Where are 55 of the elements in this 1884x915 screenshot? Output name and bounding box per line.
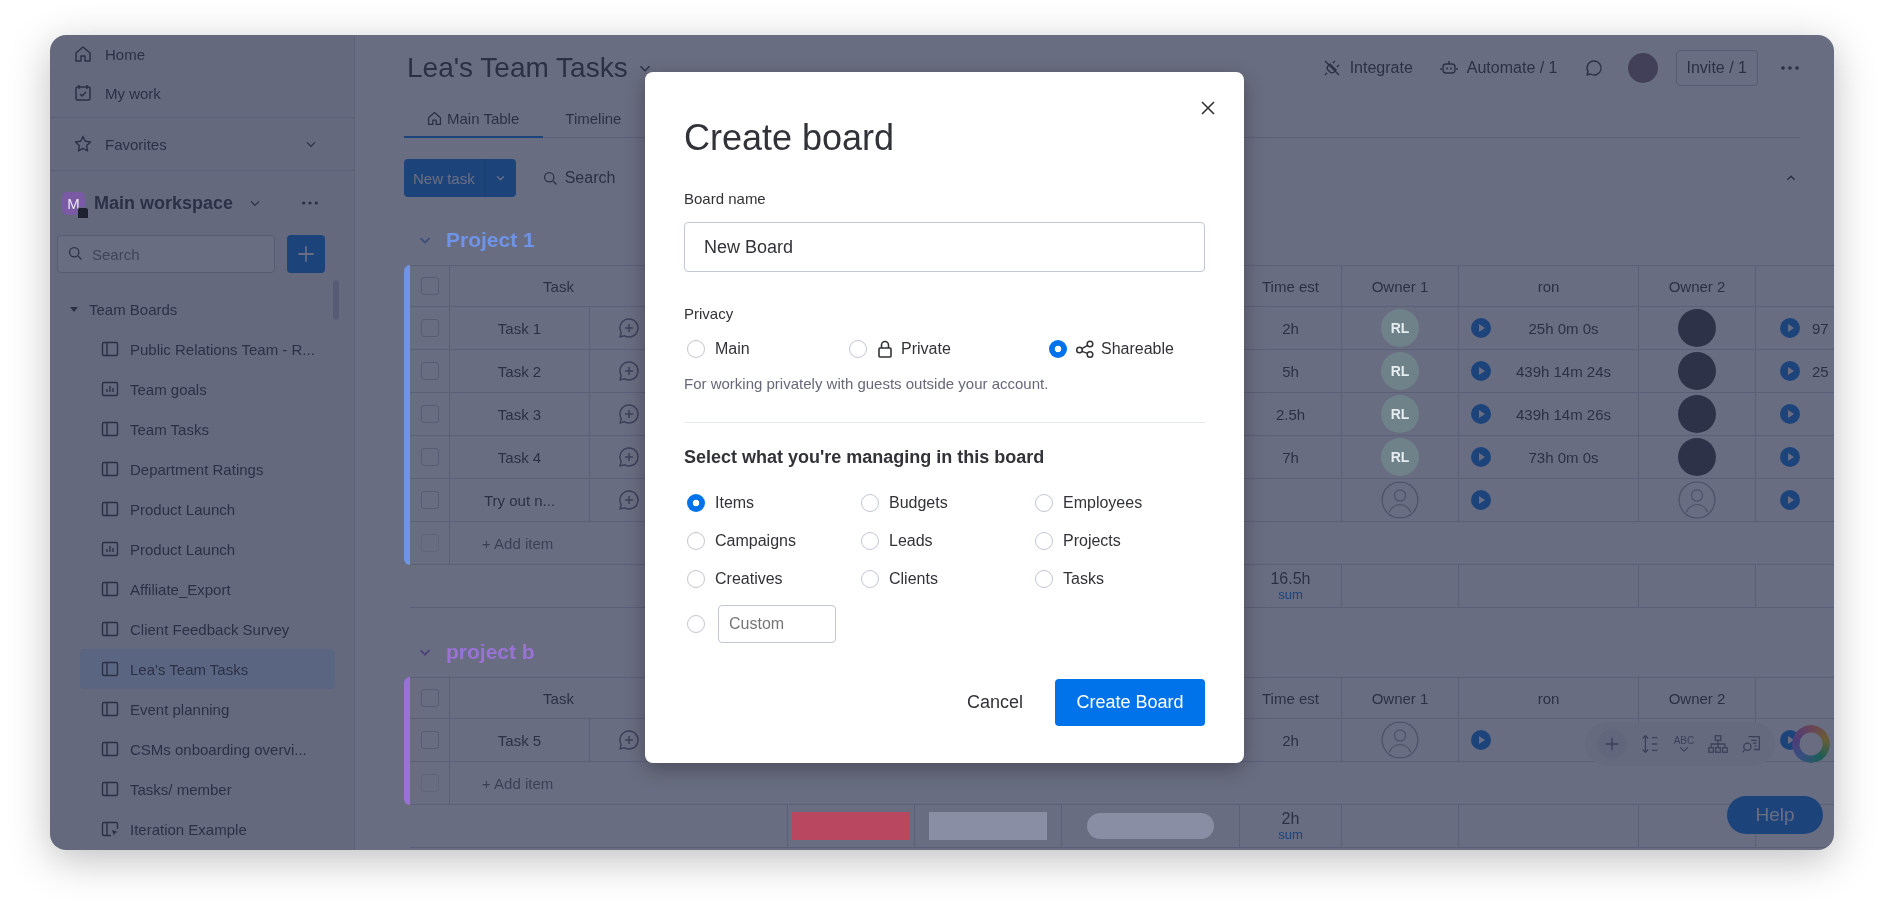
time-tracked: 73h 0m 0s xyxy=(1527,448,1600,466)
radio-button[interactable] xyxy=(861,570,879,588)
option-label[interactable]: Main xyxy=(715,340,750,358)
option-label[interactable]: Employees xyxy=(1063,494,1143,512)
option-label[interactable]: Creatives xyxy=(715,570,783,588)
option-label[interactable]: Items xyxy=(715,494,755,512)
group-title[interactable]: project b xyxy=(446,640,535,664)
sum-label: sum xyxy=(1278,827,1303,842)
sum-value: 2h xyxy=(1281,810,1300,828)
time-estimate: 2h xyxy=(1282,731,1299,749)
sum-label: sum xyxy=(1278,587,1303,602)
option-label[interactable]: Leads xyxy=(889,532,933,550)
custom-field[interactable]: Custom xyxy=(718,605,836,643)
privacy-hint: For working privately with guests outside your account. xyxy=(684,374,1050,394)
option-label[interactable]: Shareable xyxy=(1101,340,1174,358)
field-label: Privacy xyxy=(684,304,735,324)
group-title[interactable]: Project 1 xyxy=(446,228,535,252)
time-tracked: 439h 14m 24s xyxy=(1514,362,1613,380)
radio-button[interactable] xyxy=(1035,494,1053,512)
section-heading: Select what you're managing in this board xyxy=(684,446,1046,469)
radio-button[interactable] xyxy=(1049,340,1067,358)
time-estimate: 7h xyxy=(1282,448,1299,466)
dialog-title: Create board xyxy=(684,116,896,160)
radio-button[interactable] xyxy=(687,615,705,633)
time-tracked: 97 xyxy=(1812,319,1829,337)
time-estimate: 2h xyxy=(1282,319,1299,337)
option-label[interactable]: Clients xyxy=(889,570,938,588)
time-tracked: 25h 0m 0s xyxy=(1527,319,1600,337)
option-label[interactable]: Budgets xyxy=(889,494,948,512)
radio-button[interactable] xyxy=(849,340,867,358)
create-board-button[interactable]: Create Board xyxy=(1055,679,1205,726)
radio-button[interactable] xyxy=(861,494,879,512)
sum-value: 16.5h xyxy=(1270,570,1311,588)
option-label[interactable]: Private xyxy=(901,340,951,358)
cancel-button[interactable]: Cancel xyxy=(958,679,1031,726)
option-label[interactable]: Tasks xyxy=(1063,570,1104,588)
time-tracked: 25 xyxy=(1812,362,1829,380)
option-label[interactable]: Campaigns xyxy=(715,532,796,550)
time-estimate: 2.5h xyxy=(1275,405,1306,423)
radio-button[interactable] xyxy=(1035,532,1053,550)
radio-button[interactable] xyxy=(687,494,705,512)
option-label[interactable]: Projects xyxy=(1063,532,1121,550)
radio-button[interactable] xyxy=(687,570,705,588)
lock-icon xyxy=(875,339,895,359)
radio-button[interactable] xyxy=(687,532,705,550)
workspace-name[interactable]: Main workspace xyxy=(94,192,234,214)
time-tracked: 439h 14m 26s xyxy=(1514,405,1613,423)
radio-button[interactable] xyxy=(861,532,879,550)
board-name-field[interactable]: New Board xyxy=(684,222,1205,272)
view-tab[interactable]: Timeline xyxy=(543,101,646,138)
time-estimate: 5h xyxy=(1282,362,1299,380)
radio-button[interactable] xyxy=(1035,570,1053,588)
radio-button[interactable] xyxy=(687,340,705,358)
share-icon xyxy=(1075,339,1095,359)
field-label: Board name xyxy=(684,189,767,209)
